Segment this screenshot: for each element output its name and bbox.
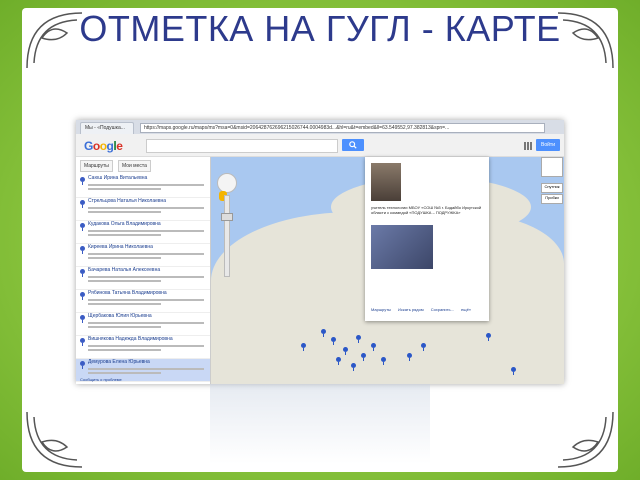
- place-pin-icon: [80, 177, 85, 185]
- place-pin-icon: [80, 200, 85, 208]
- map-marker[interactable]: [336, 357, 341, 365]
- address-bar[interactable]: https://maps.google.ru/maps/ms?msa=0&msi…: [140, 123, 545, 133]
- places-list: Саюш Ирина Витальевна Стрельцова Наталья …: [76, 175, 210, 382]
- map-marker[interactable]: [343, 347, 348, 355]
- place-name: Вишнякова Надежда Владимировна: [88, 336, 173, 342]
- place-name: Щербакова Юлия Юрьевна: [88, 313, 152, 319]
- place-pin-icon: [80, 338, 85, 346]
- map-canvas[interactable]: Спутник Пробки учитель технологии МБОУ «…: [211, 157, 564, 384]
- place-pin-icon: [80, 269, 85, 277]
- place-description: [88, 276, 204, 278]
- place-description: [88, 372, 162, 374]
- routes-button[interactable]: Маршруты: [80, 160, 113, 172]
- info-text: учитель технологии МБОУ «СОШ №3 г. Бодай…: [371, 205, 482, 215]
- place-name: Демурова Елена Юрьевна: [88, 359, 150, 365]
- search-nearby-link[interactable]: Искать рядом: [398, 307, 424, 312]
- teacher-photo: [371, 163, 401, 201]
- map-marker[interactable]: [407, 353, 412, 361]
- map-marker[interactable]: [356, 335, 361, 343]
- signin-button[interactable]: Войти: [536, 139, 560, 151]
- place-description: [88, 234, 162, 236]
- map-marker[interactable]: [361, 353, 366, 361]
- browser-screenshot: Мы - «Подушка... https://maps.google.ru/…: [76, 120, 564, 384]
- apps-grid-icon[interactable]: [524, 142, 532, 150]
- place-name: Стрельцова Наталья Николаевна: [88, 198, 167, 204]
- info-links: Маршруты Искать рядом Сохранить... ещё»: [371, 307, 487, 312]
- list-item[interactable]: Рябинова Татьяна Владимировна: [76, 290, 210, 313]
- places-sidebar: Маршруты Мои места Саюш Ирина Витальевна…: [76, 157, 211, 384]
- screenshot-reflection: [210, 384, 430, 464]
- place-pin-icon: [80, 361, 85, 369]
- map-marker[interactable]: [381, 357, 386, 365]
- save-link[interactable]: Сохранить...: [431, 307, 454, 312]
- place-pin-icon: [80, 223, 85, 231]
- list-item[interactable]: Стрельцова Наталья Николаевна: [76, 198, 210, 221]
- place-name: Саюш Ирина Витальевна: [88, 175, 148, 181]
- place-description: [88, 257, 162, 259]
- map-marker[interactable]: [351, 363, 356, 371]
- place-description: [88, 326, 162, 328]
- search-icon: [349, 141, 357, 149]
- list-item[interactable]: Саюш Ирина Витальевна: [76, 175, 210, 198]
- list-item[interactable]: Бачарева Наталья Алексеевна: [76, 267, 210, 290]
- corner-ornament-icon: [557, 411, 614, 468]
- map-marker[interactable]: [421, 343, 426, 351]
- map-marker[interactable]: [511, 367, 516, 375]
- place-description: [88, 230, 204, 232]
- corner-ornament-icon: [26, 411, 83, 468]
- browser-tab[interactable]: Мы - «Подушка...: [80, 122, 134, 134]
- place-name: Кудакова Ольга Владимировна: [88, 221, 161, 227]
- place-description: [88, 184, 204, 186]
- map-marker[interactable]: [301, 343, 306, 351]
- report-problem-link[interactable]: Сообщить о проблеме: [80, 377, 122, 382]
- map-marker[interactable]: [371, 343, 376, 351]
- place-description: [88, 303, 162, 305]
- place-description: [88, 280, 162, 282]
- more-link[interactable]: ещё»: [461, 307, 471, 312]
- my-places-button[interactable]: Мои места: [118, 160, 151, 172]
- place-pin-icon: [80, 315, 85, 323]
- maps-search-input[interactable]: [146, 139, 338, 153]
- google-logo[interactable]: Google: [84, 139, 123, 153]
- place-description: [88, 345, 204, 347]
- place-name: Киреева Ирина Николаевна: [88, 244, 153, 250]
- place-name: Бачарева Наталья Алексеевна: [88, 267, 161, 273]
- directions-link[interactable]: Маршруты: [371, 307, 391, 312]
- map-type-thumbnail[interactable]: [541, 157, 563, 177]
- zoom-slider-handle[interactable]: [221, 213, 233, 221]
- list-item[interactable]: Киреева Ирина Николаевна: [76, 244, 210, 267]
- map-marker[interactable]: [331, 337, 336, 345]
- search-button[interactable]: [342, 139, 364, 151]
- place-description: [88, 322, 204, 324]
- satellite-button[interactable]: Спутник: [541, 183, 563, 193]
- browser-tab-bar: Мы - «Подушка... https://maps.google.ru/…: [76, 120, 564, 134]
- traffic-button[interactable]: Пробки: [541, 194, 563, 204]
- map-marker[interactable]: [486, 333, 491, 341]
- list-item[interactable]: Вишнякова Надежда Владимировна: [76, 336, 210, 359]
- place-description: [88, 253, 204, 255]
- place-description: [88, 349, 162, 351]
- info-window: учитель технологии МБОУ «СОШ №3 г. Бодай…: [365, 157, 489, 321]
- google-maps-header: Google Войти: [76, 134, 564, 157]
- place-pin-icon: [80, 246, 85, 254]
- list-item[interactable]: Щербакова Юлия Юрьевна: [76, 313, 210, 336]
- team-photo: [371, 225, 433, 269]
- slide-title: ОТМЕТКА НА ГУГЛ - КАРТЕ: [79, 8, 561, 49]
- place-description: [88, 211, 162, 213]
- map-marker[interactable]: [321, 329, 326, 337]
- place-pin-icon: [80, 292, 85, 300]
- list-item[interactable]: Кудакова Ольга Владимировна: [76, 221, 210, 244]
- place-description: [88, 368, 204, 370]
- place-description: [88, 299, 204, 301]
- pan-control[interactable]: [217, 173, 237, 193]
- zoom-slider[interactable]: [224, 195, 230, 277]
- place-description: [88, 207, 204, 209]
- place-description: [88, 188, 162, 190]
- place-name: Рябинова Татьяна Владимировна: [88, 290, 167, 296]
